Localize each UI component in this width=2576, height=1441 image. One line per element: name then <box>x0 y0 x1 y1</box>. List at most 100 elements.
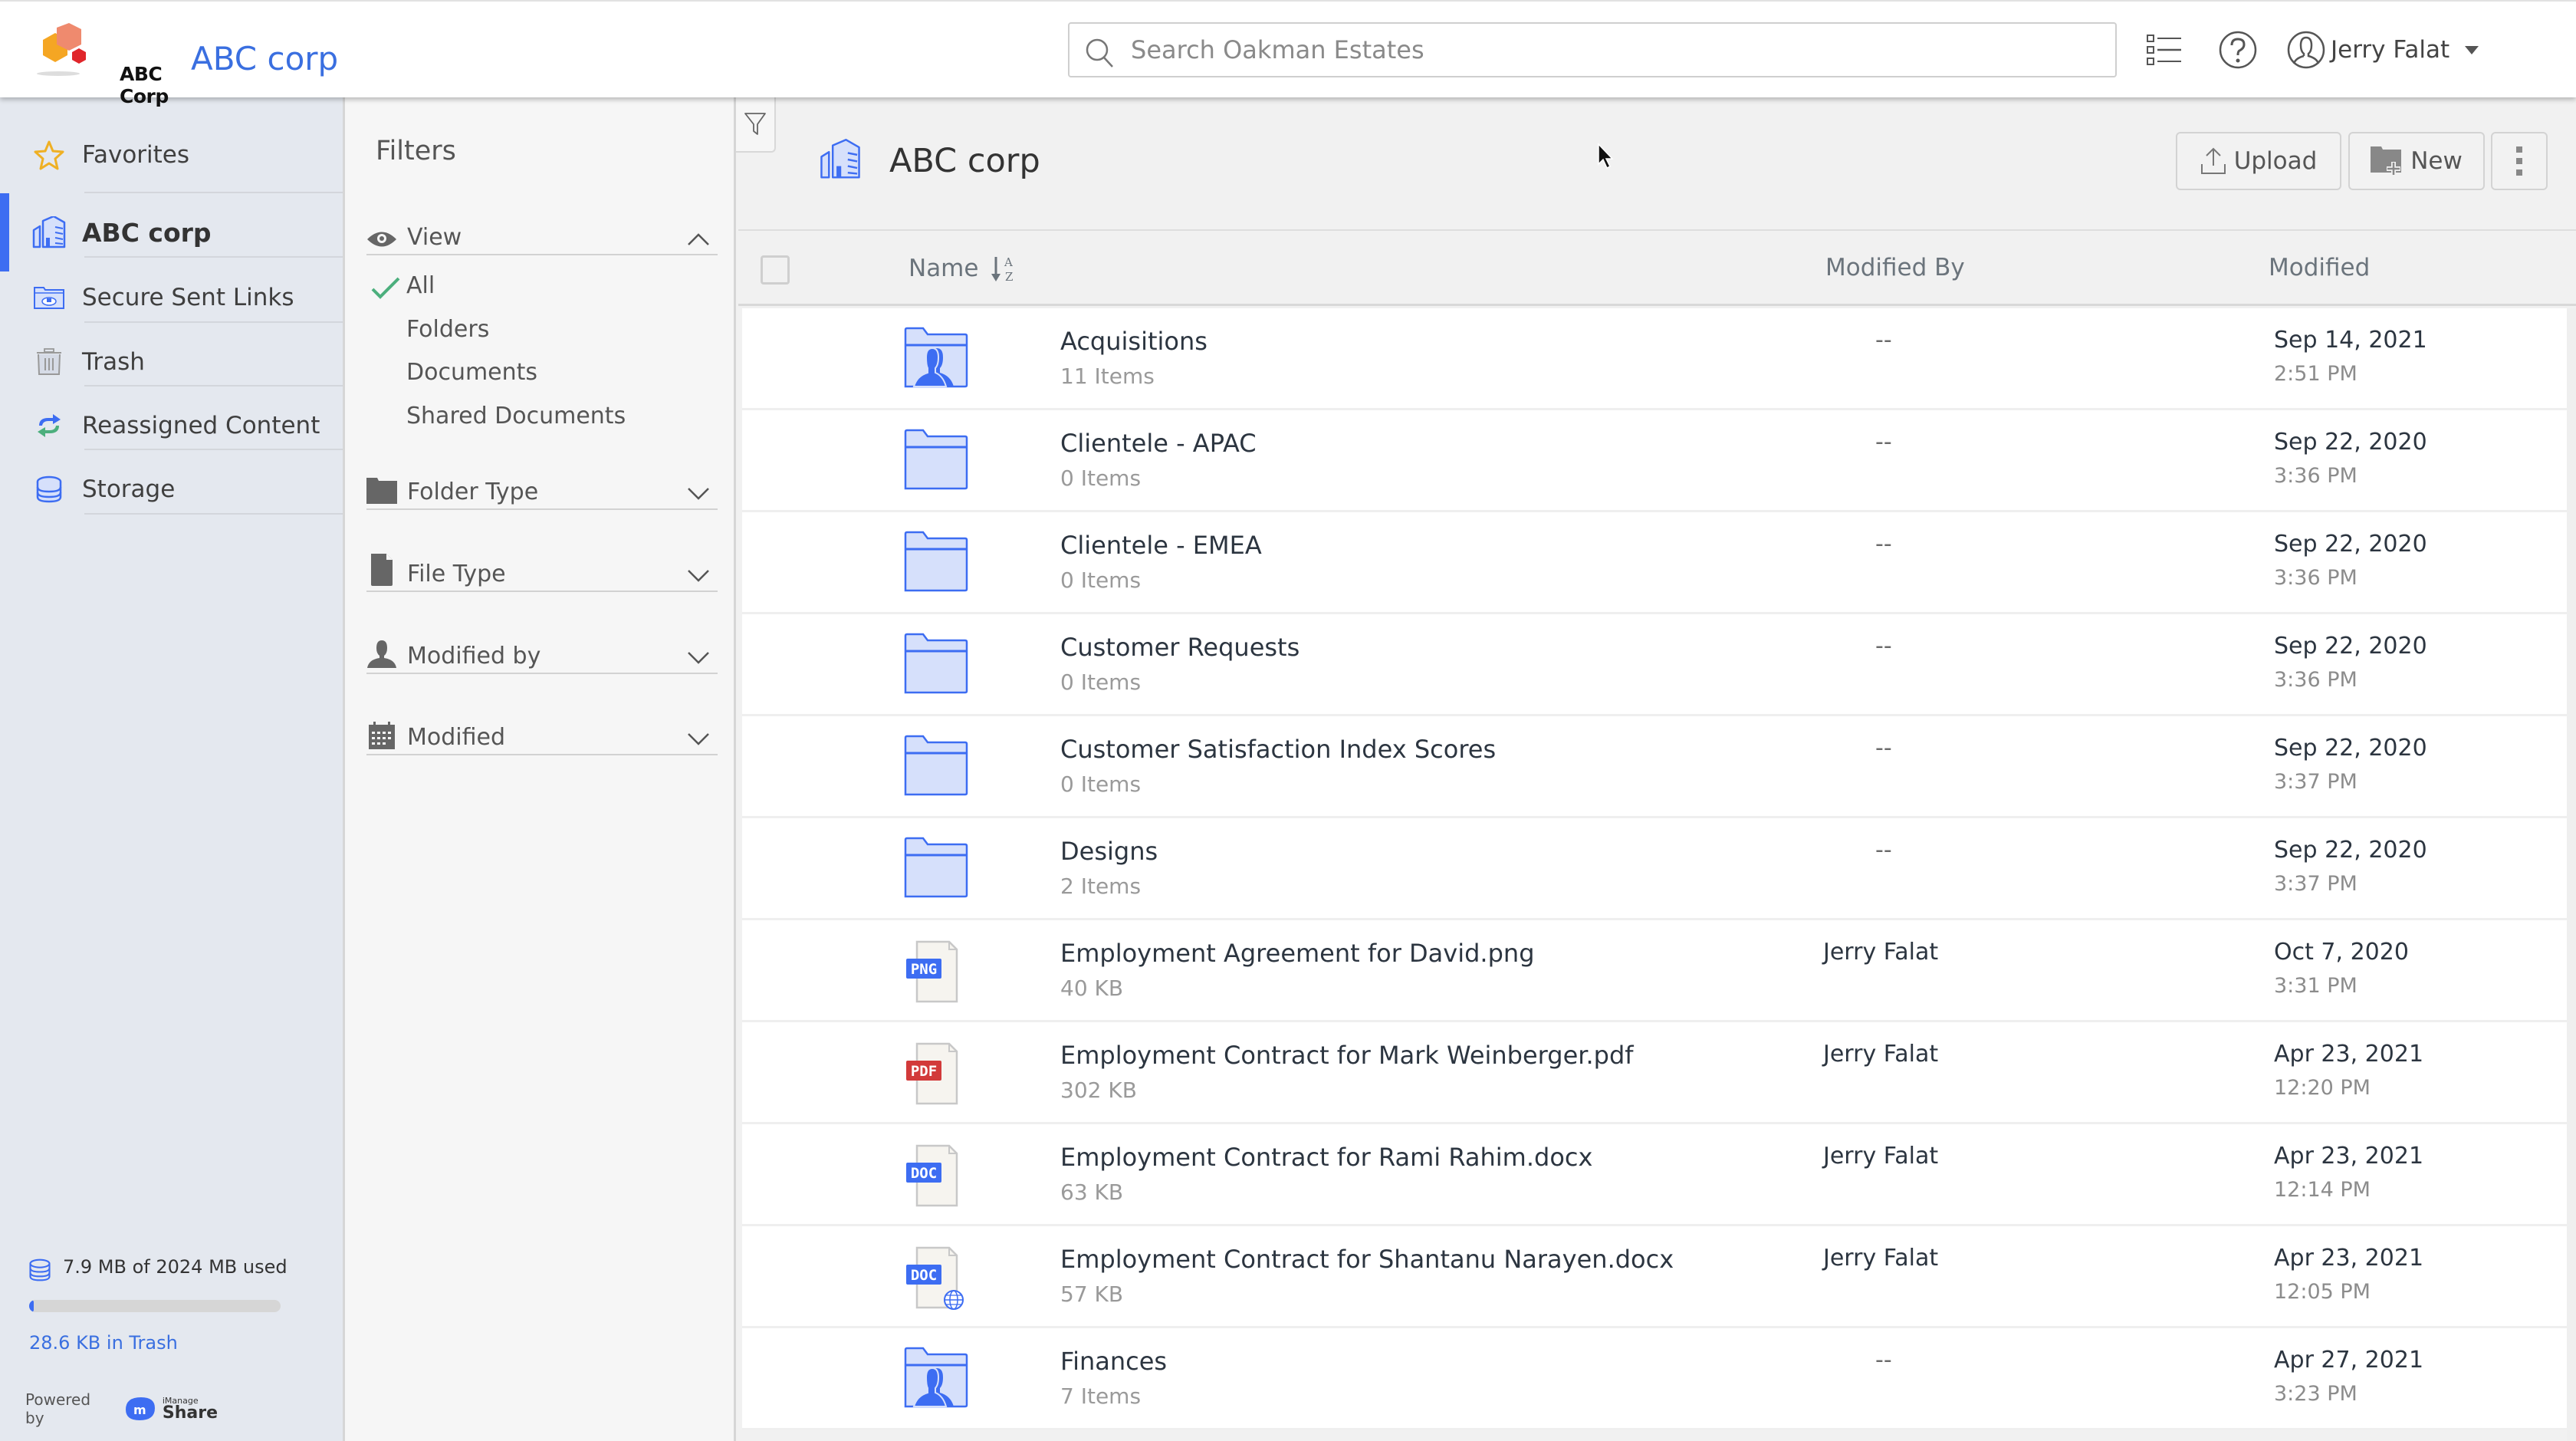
item-details: 57 KB <box>1060 1281 1124 1307</box>
item-modified-by: -- <box>1875 327 1892 354</box>
main-content: ABC corp Upload New Name AZ Modified By … <box>738 97 2576 1441</box>
filter-option-documents[interactable]: Documents <box>406 359 537 386</box>
item-name[interactable]: Clientele - APAC <box>1060 429 1257 458</box>
sidebar-item-storage[interactable]: Storage <box>0 450 343 528</box>
item-details: 0 Items <box>1060 670 1142 695</box>
file-list: Acquisitions 11 Items -- Sep 14, 2021 2:… <box>742 308 2576 1430</box>
scrollbar[interactable] <box>2567 308 2576 1441</box>
app-title[interactable]: ABC corp <box>191 40 338 77</box>
table-row[interactable]: Clientele - APAC 0 Items -- Sep 22, 2020… <box>742 410 2576 512</box>
item-name[interactable]: Customer Satisfaction Index Scores <box>1060 735 1496 764</box>
funnel-icon <box>744 113 766 135</box>
item-modified-by: -- <box>1875 531 1892 558</box>
doc-file-icon: DOC <box>903 1143 969 1209</box>
folder-icon <box>903 531 969 597</box>
item-details: 0 Items <box>1060 466 1142 491</box>
table-row[interactable]: PDF Employment Contract for Mark Weinber… <box>742 1022 2576 1124</box>
chevron-down-icon <box>688 570 709 582</box>
filter-modified-by-header[interactable]: Modified by <box>366 640 718 674</box>
logo-text: ABC Corp <box>120 63 169 107</box>
database-icon <box>31 471 67 508</box>
filter-modified-header[interactable]: Modified <box>366 722 718 755</box>
table-row[interactable]: Customer Satisfaction Index Scores 0 Ite… <box>742 716 2576 818</box>
table-row[interactable]: Acquisitions 11 Items -- Sep 14, 2021 2:… <box>742 308 2576 410</box>
building-icon <box>31 214 67 251</box>
sidebar-item-favorites[interactable]: Favorites <box>0 116 343 194</box>
trash-size-link[interactable]: 28.6 KB in Trash <box>29 1332 178 1354</box>
item-modified-date: Apr 23, 2021 <box>2274 1245 2424 1272</box>
item-modified-by: Jerry Falat <box>1823 1143 1939 1170</box>
sort-az-icon: AZ <box>991 254 1018 283</box>
table-row[interactable]: Customer Requests 0 Items -- Sep 22, 202… <box>742 614 2576 716</box>
table-row[interactable]: Finances 7 Items -- Apr 27, 2021 3:23 PM <box>742 1328 2576 1430</box>
storage-usage: 7.9 MB of 2024 MB used <box>28 1256 288 1285</box>
column-header-name[interactable]: Name AZ <box>909 254 1018 283</box>
item-modified-time: 3:37 PM <box>2274 872 2358 896</box>
help-button[interactable] <box>2213 25 2263 75</box>
table-row[interactable]: DOC Employment Contract for Rami Rahim.d… <box>742 1124 2576 1226</box>
powered-by[interactable]: Powered by m iManage Share <box>18 1387 218 1430</box>
folder-icon <box>903 429 969 495</box>
filter-file-type-header[interactable]: File Type <box>366 554 718 592</box>
user-avatar-icon <box>2287 31 2325 69</box>
item-name[interactable]: Employment Contract for Rami Rahim.docx <box>1060 1143 1592 1172</box>
item-name[interactable]: Employment Agreement for David.png <box>1060 939 1535 968</box>
mouse-cursor-icon <box>1598 143 1614 169</box>
item-modified-date: Sep 22, 2020 <box>2274 735 2427 762</box>
select-all-checkbox[interactable] <box>761 255 790 285</box>
item-modified-time: 12:05 PM <box>2274 1280 2371 1304</box>
folder-icon <box>366 473 397 504</box>
item-modified-by: Jerry Falat <box>1823 1245 1939 1272</box>
sidebar-item-label: Reassigned Content <box>82 412 320 439</box>
svg-text:PDF: PDF <box>911 1063 937 1080</box>
column-header-modified[interactable]: Modified <box>2269 254 2370 281</box>
column-header-modified-by[interactable]: Modified By <box>1825 254 1965 281</box>
item-name[interactable]: Employment Contract for Shantanu Narayen… <box>1060 1245 1674 1274</box>
table-header: Name AZ Modified By Modified <box>738 229 2576 306</box>
company-logo[interactable]: ABC Corp <box>28 23 181 107</box>
item-modified-time: 3:37 PM <box>2274 770 2358 794</box>
search-box[interactable] <box>1068 22 2117 77</box>
user-name: Jerry Falat <box>2331 36 2450 64</box>
divider <box>84 256 343 258</box>
chevron-down-icon <box>688 733 709 745</box>
filters-panel: Filters View All Folders Documents Share… <box>345 97 736 1441</box>
shared-folder-icon <box>903 327 969 393</box>
filter-view-header[interactable]: View <box>366 224 718 255</box>
upload-button[interactable]: Upload <box>2176 132 2341 190</box>
filter-option-all[interactable]: All <box>406 272 435 299</box>
filter-toggle-button[interactable] <box>736 97 776 153</box>
search-input[interactable] <box>1131 31 2097 68</box>
item-name[interactable]: Employment Contract for Mark Weinberger.… <box>1060 1041 1634 1070</box>
new-button[interactable]: New <box>2348 132 2485 190</box>
png-file-icon: PNG <box>903 939 969 1005</box>
item-modified-date: Sep 22, 2020 <box>2274 837 2427 864</box>
item-name[interactable]: Finances <box>1060 1347 1167 1376</box>
trash-icon <box>31 344 67 380</box>
filters-title: Filters <box>376 136 456 166</box>
search-icon <box>1086 38 1113 67</box>
svg-text:DOC: DOC <box>911 1165 937 1182</box>
top-bar: ABC Corp ABC corp Jerry Falat <box>0 0 2576 107</box>
list-view-button[interactable] <box>2139 25 2190 75</box>
item-name[interactable]: Designs <box>1060 837 1158 866</box>
item-modified-time: 3:36 PM <box>2274 464 2358 488</box>
filter-option-folders[interactable]: Folders <box>406 316 489 343</box>
table-row[interactable]: Designs 2 Items -- Sep 22, 2020 3:37 PM <box>742 818 2576 920</box>
sidebar-item-label: Storage <box>82 475 176 503</box>
item-details: 7 Items <box>1060 1383 1142 1409</box>
user-menu[interactable]: Jerry Falat <box>2286 25 2479 75</box>
item-name[interactable]: Customer Requests <box>1060 633 1300 662</box>
item-modified-date: Sep 22, 2020 <box>2274 531 2427 558</box>
item-modified-date: Sep 22, 2020 <box>2274 429 2427 456</box>
table-row[interactable]: PNG Employment Agreement for David.png 4… <box>742 920 2576 1022</box>
filter-option-shared-documents[interactable]: Shared Documents <box>406 403 626 429</box>
filter-folder-type-header[interactable]: Folder Type <box>366 478 718 510</box>
table-row[interactable]: Clientele - EMEA 0 Items -- Sep 22, 2020… <box>742 512 2576 614</box>
item-name[interactable]: Acquisitions <box>1060 327 1208 356</box>
more-options-button[interactable] <box>2491 132 2548 190</box>
powered-by-label: Powered by <box>25 1390 91 1427</box>
item-name[interactable]: Clientele - EMEA <box>1060 531 1262 560</box>
chevron-up-icon <box>688 233 709 245</box>
table-row[interactable]: DOC Employment Contract for Shantanu Nar… <box>742 1226 2576 1328</box>
